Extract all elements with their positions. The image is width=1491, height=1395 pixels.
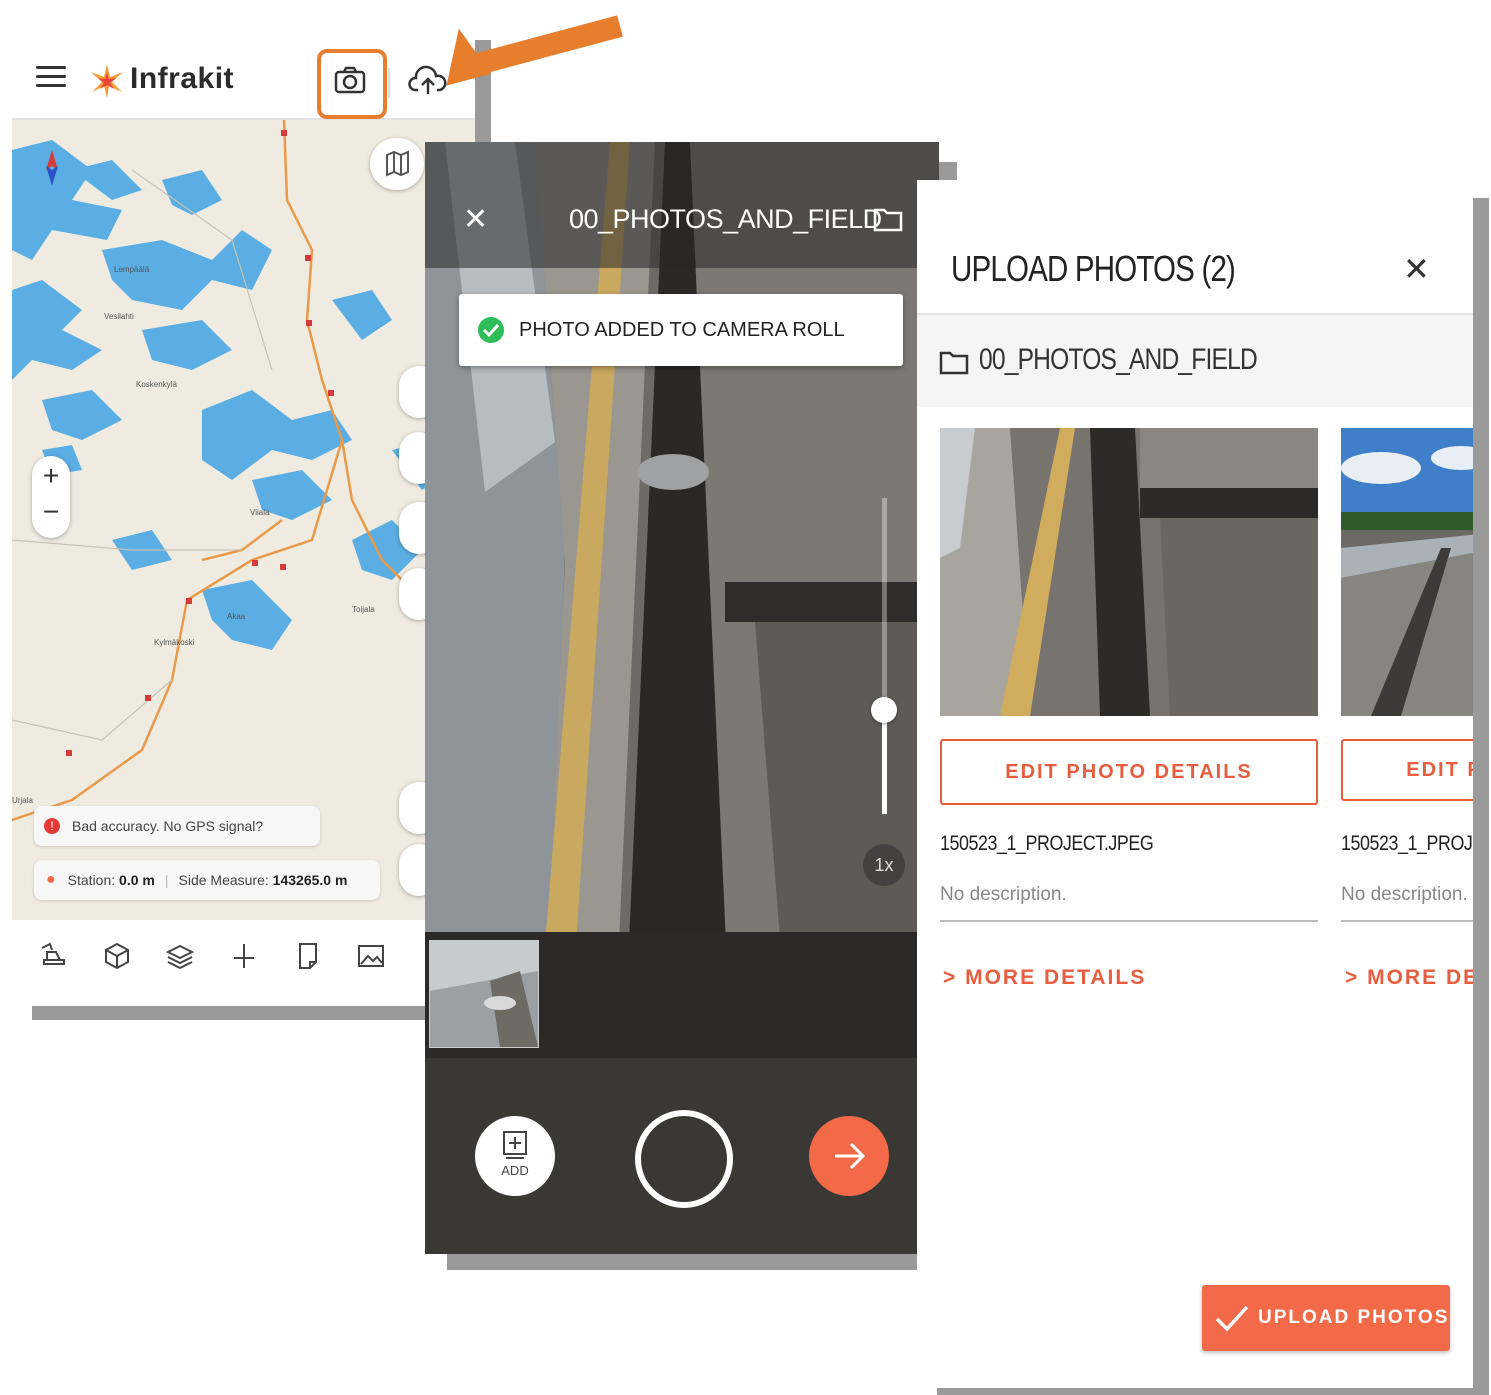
zoom-slider-fill [882, 709, 887, 814]
map-label: Vesilahti [104, 312, 134, 321]
map-label: Kylmäkoski [154, 638, 195, 647]
upload-photos-screen: UPLOAD PHOTOS (2) ✕ 00_PHOTOS_AND_FIELD … [917, 180, 1473, 1388]
menu-icon[interactable] [36, 60, 66, 93]
camera-folder-title: 00_PHOTOS_AND_FIELD [569, 204, 882, 234]
edit-photo-details-button[interactable]: EDIT PHOTO DETAILS [940, 739, 1318, 805]
infrakit-logo-icon [88, 62, 126, 105]
cube-icon[interactable] [101, 940, 133, 972]
close-icon[interactable]: ✕ [1403, 250, 1430, 288]
station-value: 0.0 m [119, 872, 155, 888]
camera-icon[interactable] [334, 66, 366, 99]
gps-warning-text: Bad accuracy. No GPS signal? [72, 818, 264, 834]
station-label: Station: [67, 872, 116, 888]
photo-image [1341, 428, 1473, 716]
photo-filename: 150523_1_PROJECT.JPEG [1341, 832, 1473, 855]
zoom-level-badge[interactable]: 1x [863, 844, 905, 886]
zoom-slider-handle[interactable] [871, 696, 897, 723]
zoom-out-button[interactable]: − [32, 496, 70, 528]
folder-icon [939, 351, 969, 375]
next-button[interactable] [809, 1116, 889, 1196]
zoom-control: + − [32, 456, 70, 538]
camera-screen: ✕ 00_PHOTOS_AND_FIELD PHOTO ADDED TO CAM… [425, 142, 939, 1254]
pointer-arrow-icon [446, 15, 623, 86]
map-label: Koskenkylä [136, 380, 177, 389]
photo-preview[interactable] [1341, 428, 1473, 716]
check-icon [1215, 1305, 1249, 1332]
check-circle-icon [478, 317, 504, 343]
toast-notification: PHOTO ADDED TO CAMERA ROLL [459, 294, 903, 366]
chevron-right-icon: > [1345, 966, 1360, 989]
location-pin-icon: ● [46, 871, 56, 888]
thumbnail-image [430, 941, 538, 1047]
arrow-right-icon [835, 1142, 866, 1170]
more-details-link[interactable]: > MORE DETAILS [1345, 966, 1473, 990]
chevron-right-icon: > [943, 966, 958, 989]
map-screen: Infrakit Lempäälä Vesilahti Koskenkylä V… [12, 22, 475, 1006]
more-details-link[interactable]: > MORE DETAILS [943, 966, 1146, 990]
side-measure-value: 143265.0 m [272, 872, 348, 888]
layers-icon[interactable] [164, 940, 196, 972]
map-label: Urjala [12, 796, 33, 805]
measure-icon[interactable] [228, 940, 260, 972]
map-label: Viiala [250, 508, 270, 517]
toast-text: PHOTO ADDED TO CAMERA ROLL [519, 318, 845, 341]
add-label: ADD [501, 1163, 529, 1178]
map-label: Toijala [352, 605, 375, 614]
edit-photo-details-button-clipped[interactable]: EDIT PHOTO DETAILS [1341, 739, 1473, 801]
upload-dialog-title: UPLOAD PHOTOS (2) [951, 248, 1236, 289]
app-logo-text: Infrakit [130, 62, 235, 95]
photo-description[interactable]: No description. [1341, 884, 1473, 922]
image-icon[interactable] [355, 940, 387, 972]
zoom-in-button[interactable]: + [32, 460, 70, 492]
add-button[interactable]: ADD [475, 1116, 555, 1196]
close-icon[interactable]: ✕ [463, 202, 488, 237]
map-view[interactable]: Lempäälä Vesilahti Koskenkylä Viiala Toi… [12, 120, 475, 920]
photo-thumbnail[interactable] [429, 940, 539, 1048]
side-measure-label: Side Measure: [178, 872, 269, 888]
folder-icon[interactable] [873, 206, 903, 232]
map-label: Lempäälä [114, 265, 150, 274]
upload-photos-button[interactable]: UPLOAD PHOTOS [1202, 1285, 1450, 1351]
machine-icon[interactable] [38, 940, 70, 972]
map-icon [386, 150, 409, 177]
map-style-button[interactable] [370, 138, 424, 190]
folder-row[interactable]: 00_PHOTOS_AND_FIELD [917, 315, 1473, 407]
folder-name: 00_PHOTOS_AND_FIELD [979, 343, 1258, 376]
toolbar-divider [388, 68, 390, 98]
add-photo-icon [503, 1131, 527, 1159]
zoom-slider-track[interactable] [871, 498, 897, 814]
upload-photos-label: UPLOAD PHOTOS [1258, 1307, 1450, 1328]
separator: | [164, 872, 169, 888]
more-details-label: MORE DETAILS [1367, 966, 1473, 989]
photo-filename: 150523_1_PROJECT.JPEG [940, 832, 1154, 855]
shutter-button[interactable] [635, 1110, 733, 1208]
photo-description[interactable]: No description. [940, 884, 1318, 922]
station-readout: ● Station: 0.0 m | Side Measure: 143265.… [34, 860, 380, 900]
map-label: Akaa [227, 612, 246, 621]
bottom-nav [12, 920, 475, 1006]
photo-filename-clip: 150523_1_PROJECT.JPEG [1341, 832, 1473, 856]
error-icon: ! [44, 818, 60, 834]
map-app-bar: Infrakit [12, 22, 475, 120]
photo-preview[interactable] [940, 428, 1318, 716]
edit-photo-details-button[interactable]: EDIT PHOTO DETAILS [1341, 739, 1473, 801]
photo-image [940, 428, 1318, 716]
gps-warning: ! Bad accuracy. No GPS signal? [34, 806, 320, 846]
document-icon[interactable] [292, 940, 324, 972]
more-details-label: MORE DETAILS [965, 966, 1147, 989]
